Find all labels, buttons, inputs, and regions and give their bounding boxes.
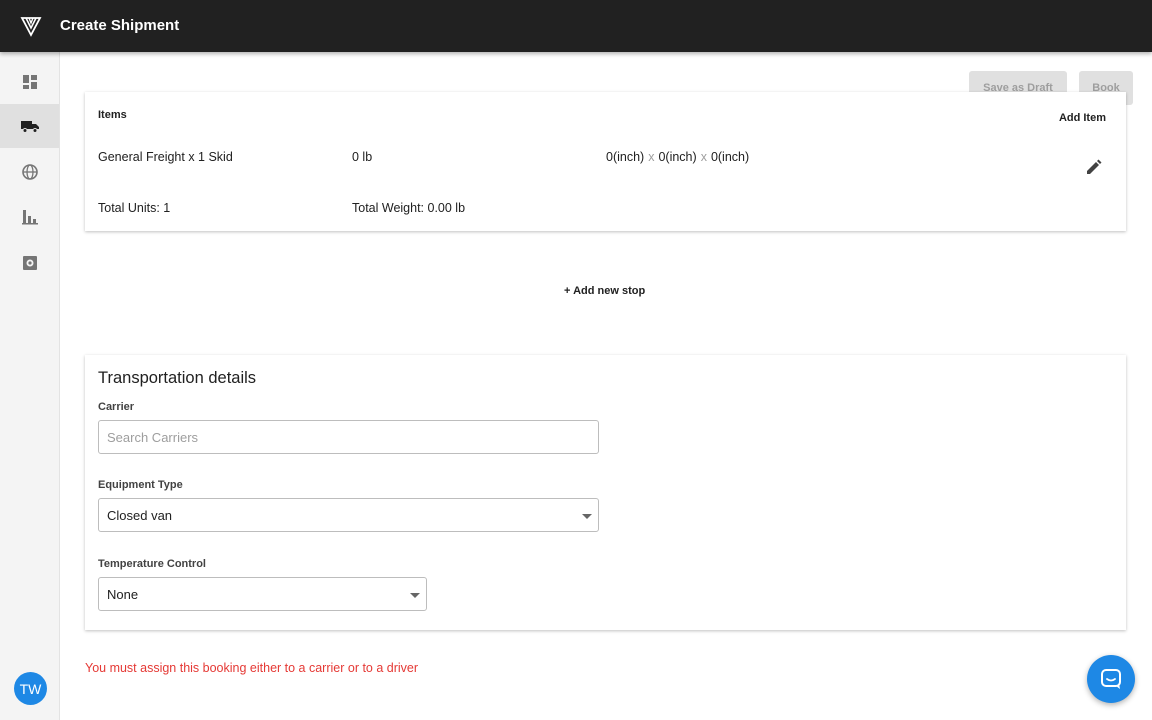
add-item-button[interactable]: Add Item <box>1059 112 1106 124</box>
item-length: 0(inch) <box>606 150 645 164</box>
dimension-separator: x <box>700 150 707 164</box>
sidebar: TW <box>0 52 60 720</box>
transportation-card: Transportation details Carrier Search Ca… <box>85 355 1126 630</box>
sidebar-item-dashboard[interactable] <box>0 60 59 104</box>
dashboard-icon <box>22 75 37 89</box>
chat-icon <box>1101 669 1121 689</box>
avatar[interactable]: TW <box>14 672 47 705</box>
items-card: Items Add Item General Freight x 1 Skid … <box>85 92 1126 231</box>
carrier-label: Carrier <box>98 401 135 413</box>
carrier-search-input[interactable]: Search Carriers <box>98 420 599 454</box>
main-content: Save as Draft Book Items Add Item Genera… <box>60 52 1152 720</box>
transportation-title: Transportation details <box>98 369 257 387</box>
chevron-down-icon <box>582 514 592 519</box>
sidebar-item-reports[interactable] <box>0 195 59 239</box>
chevron-down-icon <box>410 593 420 598</box>
truck-icon <box>20 121 39 133</box>
total-units: Total Units: 1 <box>98 201 171 215</box>
dimension-separator: x <box>648 150 655 164</box>
items-section-label: Items <box>98 109 127 121</box>
error-message: You must assign this booking either to a… <box>85 661 419 675</box>
settings-icon <box>22 256 37 270</box>
sidebar-item-shipments[interactable] <box>0 104 59 148</box>
top-bar: Create Shipment <box>0 0 1152 52</box>
temperature-control-label: Temperature Control <box>98 558 206 570</box>
bar-chart-icon <box>21 210 38 225</box>
equipment-type-value: Closed van <box>107 507 173 523</box>
temperature-control-value: None <box>107 586 139 602</box>
sidebar-item-network[interactable] <box>0 150 59 194</box>
sidebar-item-settings[interactable] <box>0 241 59 285</box>
chat-button[interactable] <box>1087 655 1135 703</box>
item-height: 0(inch) <box>710 150 750 164</box>
temperature-control-select[interactable]: None <box>98 577 427 611</box>
globe-icon <box>21 164 38 180</box>
edit-icon[interactable] <box>1085 158 1103 176</box>
item-description: General Freight x 1 Skid <box>98 150 233 164</box>
logo-icon[interactable] <box>20 15 42 37</box>
equipment-type-select[interactable]: Closed van <box>98 498 599 532</box>
equipment-type-label: Equipment Type <box>98 479 183 491</box>
item-weight: 0 lb <box>352 150 373 164</box>
add-new-stop-button[interactable]: + Add new stop <box>564 285 645 297</box>
item-dimensions: 0(inch) x 0(inch) x 0(inch) <box>606 150 749 164</box>
page-title: Create Shipment <box>60 17 180 34</box>
total-weight: Total Weight: 0.00 lb <box>352 201 466 215</box>
item-width: 0(inch) <box>658 150 697 164</box>
